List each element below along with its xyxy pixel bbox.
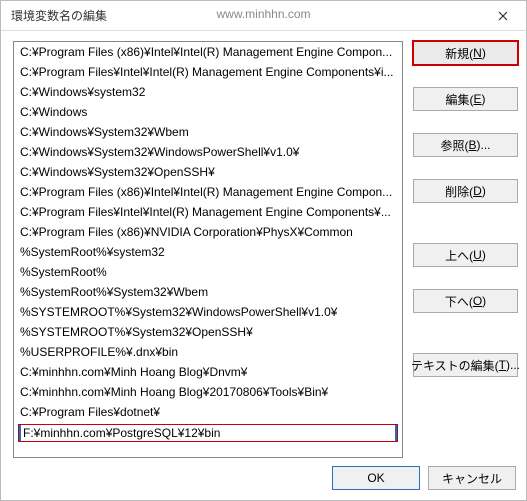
btn-suffix: ) — [482, 184, 486, 198]
edit-row-highlight — [14, 422, 402, 444]
edit-button[interactable]: 編集(E) — [413, 87, 518, 111]
button-column: 新規(N) 編集(E) 参照(B)... 削除(D) 上へ(U) 下へ(O) — [413, 41, 518, 458]
btn-label: テキストの編集( — [411, 357, 499, 374]
btn-key: N — [473, 46, 482, 60]
list-item[interactable]: C:¥Program Files¥Intel¥Intel(R) Manageme… — [14, 62, 402, 82]
list-item[interactable]: C:¥Windows¥System32¥Wbem — [14, 122, 402, 142]
cancel-button[interactable]: キャンセル — [428, 466, 516, 490]
close-icon — [498, 11, 508, 21]
btn-key: D — [473, 184, 482, 198]
btn-suffix: ) — [482, 294, 486, 308]
list-item[interactable]: C:¥Windows — [14, 102, 402, 122]
close-button[interactable] — [480, 1, 526, 31]
list-item[interactable]: %SYSTEMROOT%¥System32¥WindowsPowerShell¥… — [14, 302, 402, 322]
btn-suffix: ) — [482, 92, 486, 106]
list-item[interactable]: %SystemRoot% — [14, 262, 402, 282]
list-item[interactable]: C:¥minhhn.com¥Minh Hoang Blog¥Dnvm¥ — [14, 362, 402, 382]
btn-label: 上へ( — [445, 247, 473, 264]
list-item[interactable]: %USERPROFILE%¥.dnx¥bin — [14, 342, 402, 362]
btn-key: U — [473, 248, 482, 262]
text-edit-button[interactable]: テキストの編集(T)... — [413, 353, 518, 377]
list-item[interactable]: C:¥Program Files¥Intel¥Intel(R) Manageme… — [14, 202, 402, 222]
btn-key: B — [468, 138, 476, 152]
list-item[interactable]: C:¥Program Files (x86)¥Intel¥Intel(R) Ma… — [14, 182, 402, 202]
main-row: C:¥Program Files (x86)¥Intel¥Intel(R) Ma… — [13, 41, 518, 458]
path-edit-input[interactable] — [21, 425, 395, 441]
path-listbox[interactable]: C:¥Program Files (x86)¥Intel¥Intel(R) Ma… — [13, 41, 403, 458]
btn-label: 新規( — [445, 45, 473, 62]
dialog-footer: OK キャンセル — [13, 466, 518, 490]
btn-suffix: ) — [482, 46, 486, 60]
browse-button[interactable]: 参照(B)... — [413, 133, 518, 157]
dialog-body: C:¥Program Files (x86)¥Intel¥Intel(R) Ma… — [1, 31, 526, 500]
btn-key: T — [499, 358, 506, 372]
watermark-text: www.minhhn.com — [216, 7, 310, 21]
delete-button[interactable]: 削除(D) — [413, 179, 518, 203]
list-item[interactable]: C:¥Windows¥system32 — [14, 82, 402, 102]
list-item[interactable]: %SYSTEMROOT%¥System32¥OpenSSH¥ — [14, 322, 402, 342]
list-item[interactable]: C:¥minhhn.com¥Minh Hoang Blog¥20170806¥T… — [14, 382, 402, 402]
btn-label: 削除( — [445, 183, 473, 200]
list-item[interactable]: C:¥Windows¥System32¥OpenSSH¥ — [14, 162, 402, 182]
btn-label: 下へ( — [445, 293, 473, 310]
btn-suffix: ) — [482, 248, 486, 262]
btn-label: 編集( — [445, 91, 473, 108]
btn-label: 参照( — [440, 137, 468, 154]
titlebar: 環境変数名の編集 www.minhhn.com — [1, 1, 526, 31]
list-item[interactable]: C:¥Program Files¥dotnet¥ — [14, 402, 402, 422]
btn-suffix: )... — [506, 358, 520, 372]
path-list-viewport: C:¥Program Files (x86)¥Intel¥Intel(R) Ma… — [14, 42, 402, 457]
btn-key: O — [473, 294, 482, 308]
list-item[interactable]: %SystemRoot%¥System32¥Wbem — [14, 282, 402, 302]
list-item[interactable]: C:¥Program Files (x86)¥Intel¥Intel(R) Ma… — [14, 42, 402, 62]
list-item[interactable]: C:¥Program Files (x86)¥NVIDIA Corporatio… — [14, 222, 402, 242]
btn-suffix: )... — [477, 138, 491, 152]
list-item[interactable]: %SystemRoot%¥system32 — [14, 242, 402, 262]
move-up-button[interactable]: 上へ(U) — [413, 243, 518, 267]
new-button[interactable]: 新規(N) — [413, 41, 518, 65]
list-item[interactable]: C:¥Windows¥System32¥WindowsPowerShell¥v1… — [14, 142, 402, 162]
ok-button[interactable]: OK — [332, 466, 420, 490]
btn-key: E — [473, 92, 481, 106]
move-down-button[interactable]: 下へ(O) — [413, 289, 518, 313]
edit-row — [18, 424, 398, 442]
window-title: 環境変数名の編集 — [11, 7, 107, 24]
